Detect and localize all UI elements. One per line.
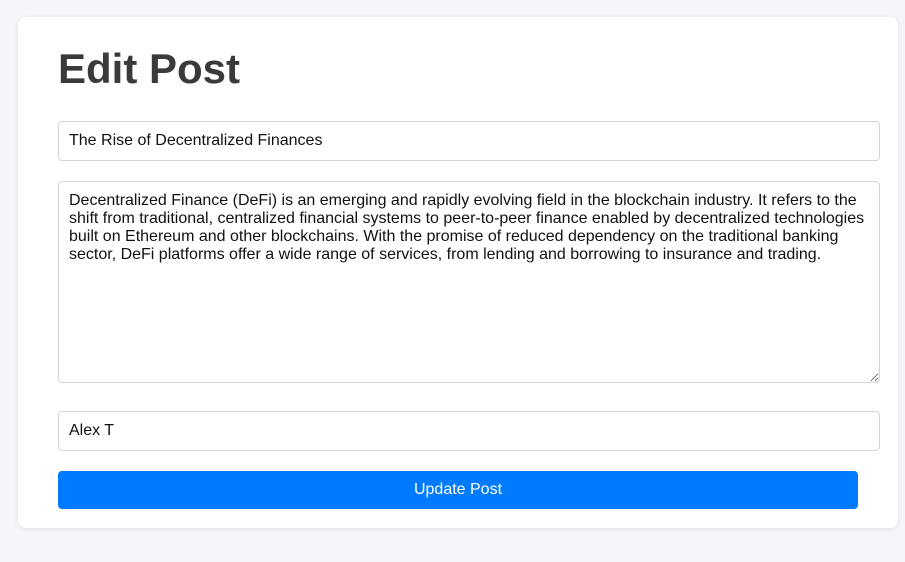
edit-post-card: Edit Post Decentralized Finance (DeFi) i… — [18, 17, 898, 528]
post-author-input[interactable] — [58, 411, 880, 451]
update-post-button[interactable]: Update Post — [58, 471, 858, 509]
post-title-input[interactable] — [58, 121, 880, 161]
page-title: Edit Post — [58, 45, 241, 92]
post-content-textarea[interactable]: Decentralized Finance (DeFi) is an emerg… — [58, 181, 880, 383]
